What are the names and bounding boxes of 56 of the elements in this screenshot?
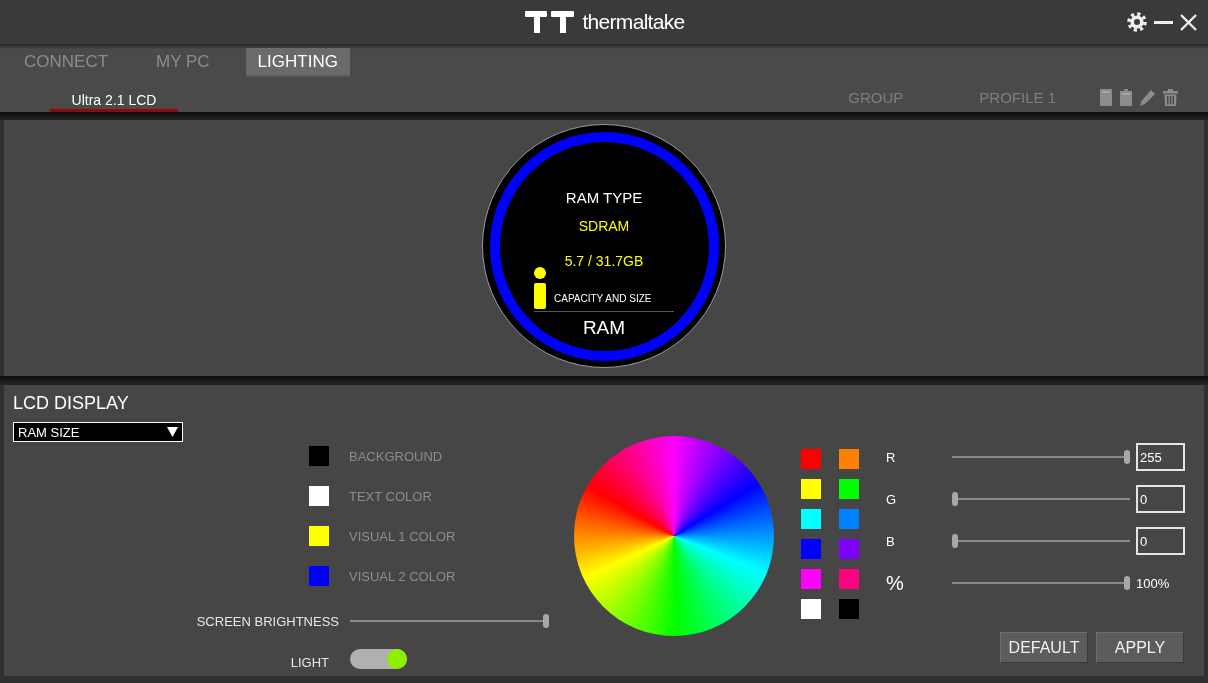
palette-swatch[interactable] xyxy=(839,479,859,499)
channel-label: B xyxy=(886,533,895,549)
brand-name: thermaltake xyxy=(582,9,685,35)
slider-thumb[interactable] xyxy=(1124,576,1130,590)
color-setting-label: VISUAL 1 COLOR xyxy=(349,528,456,544)
slider-thumb[interactable] xyxy=(1124,450,1130,464)
light-toggle[interactable] xyxy=(350,649,407,669)
nav-tab[interactable]: LIGHTING xyxy=(245,48,350,75)
slider-thumb[interactable] xyxy=(543,614,549,628)
palette-swatch[interactable] xyxy=(839,449,859,469)
color-swatch[interactable] xyxy=(309,486,329,506)
action-button[interactable]: DEFAULT xyxy=(1000,632,1088,663)
intensity-label: % xyxy=(886,571,904,595)
light-label: LIGHT xyxy=(290,654,329,670)
color-setting-label: TEXT COLOR xyxy=(349,488,432,504)
palette-swatch[interactable] xyxy=(801,599,821,619)
caret-icon xyxy=(167,427,178,437)
lcd-value: SDRAM xyxy=(578,216,630,236)
section-title: LCD DISPLAY xyxy=(13,392,129,414)
value-field[interactable]: 0 xyxy=(1136,527,1185,555)
palette-swatch[interactable] xyxy=(801,449,821,469)
palette-swatch[interactable] xyxy=(801,479,821,499)
lcd-reading: 5.7 / 31.7GB xyxy=(564,251,644,271)
settings-icon[interactable] xyxy=(1127,12,1147,32)
mode-dropdown[interactable]: RAM SIZE xyxy=(13,422,183,442)
lcd-title: RAM TYPE xyxy=(565,187,643,208)
brightness-label: SCREEN BRIGHTNESS xyxy=(196,613,339,629)
palette-swatch[interactable] xyxy=(839,539,859,559)
lcd-caption: CAPACITY AND SIZE xyxy=(554,291,652,306)
brand-logo-icon xyxy=(525,11,575,33)
close-icon[interactable] xyxy=(1180,13,1197,31)
palette-swatch[interactable] xyxy=(839,569,859,589)
pencil-icon[interactable] xyxy=(1140,90,1155,106)
slider-thumb[interactable] xyxy=(952,534,958,548)
color-setting-label: BACKGROUND xyxy=(349,448,443,464)
lcd-footer: RAM xyxy=(582,316,626,340)
color-swatch[interactable] xyxy=(309,566,329,586)
document-icon[interactable] xyxy=(1100,89,1112,106)
palette-swatch[interactable] xyxy=(839,599,859,619)
channel-label: G xyxy=(886,491,897,507)
palette-swatch[interactable] xyxy=(801,539,821,559)
clipboard-icon[interactable] xyxy=(1120,89,1132,106)
color-swatch[interactable] xyxy=(309,526,329,546)
color-swatch[interactable] xyxy=(309,446,329,466)
palette-swatch[interactable] xyxy=(801,509,821,529)
channel-label: R xyxy=(886,449,896,465)
palette-swatch[interactable] xyxy=(801,569,821,589)
action-button[interactable]: APPLY xyxy=(1096,632,1184,663)
value-field[interactable]: 255 xyxy=(1136,443,1185,471)
slider-thumb[interactable] xyxy=(952,492,958,506)
minimize-icon[interactable] xyxy=(1154,20,1173,24)
intensity-reading: 100% xyxy=(1136,575,1170,591)
palette-swatch[interactable] xyxy=(839,509,859,529)
trash-icon[interactable] xyxy=(1163,89,1178,106)
color-setting-label: VISUAL 2 COLOR xyxy=(349,568,456,584)
value-field[interactable]: 0 xyxy=(1136,485,1185,513)
